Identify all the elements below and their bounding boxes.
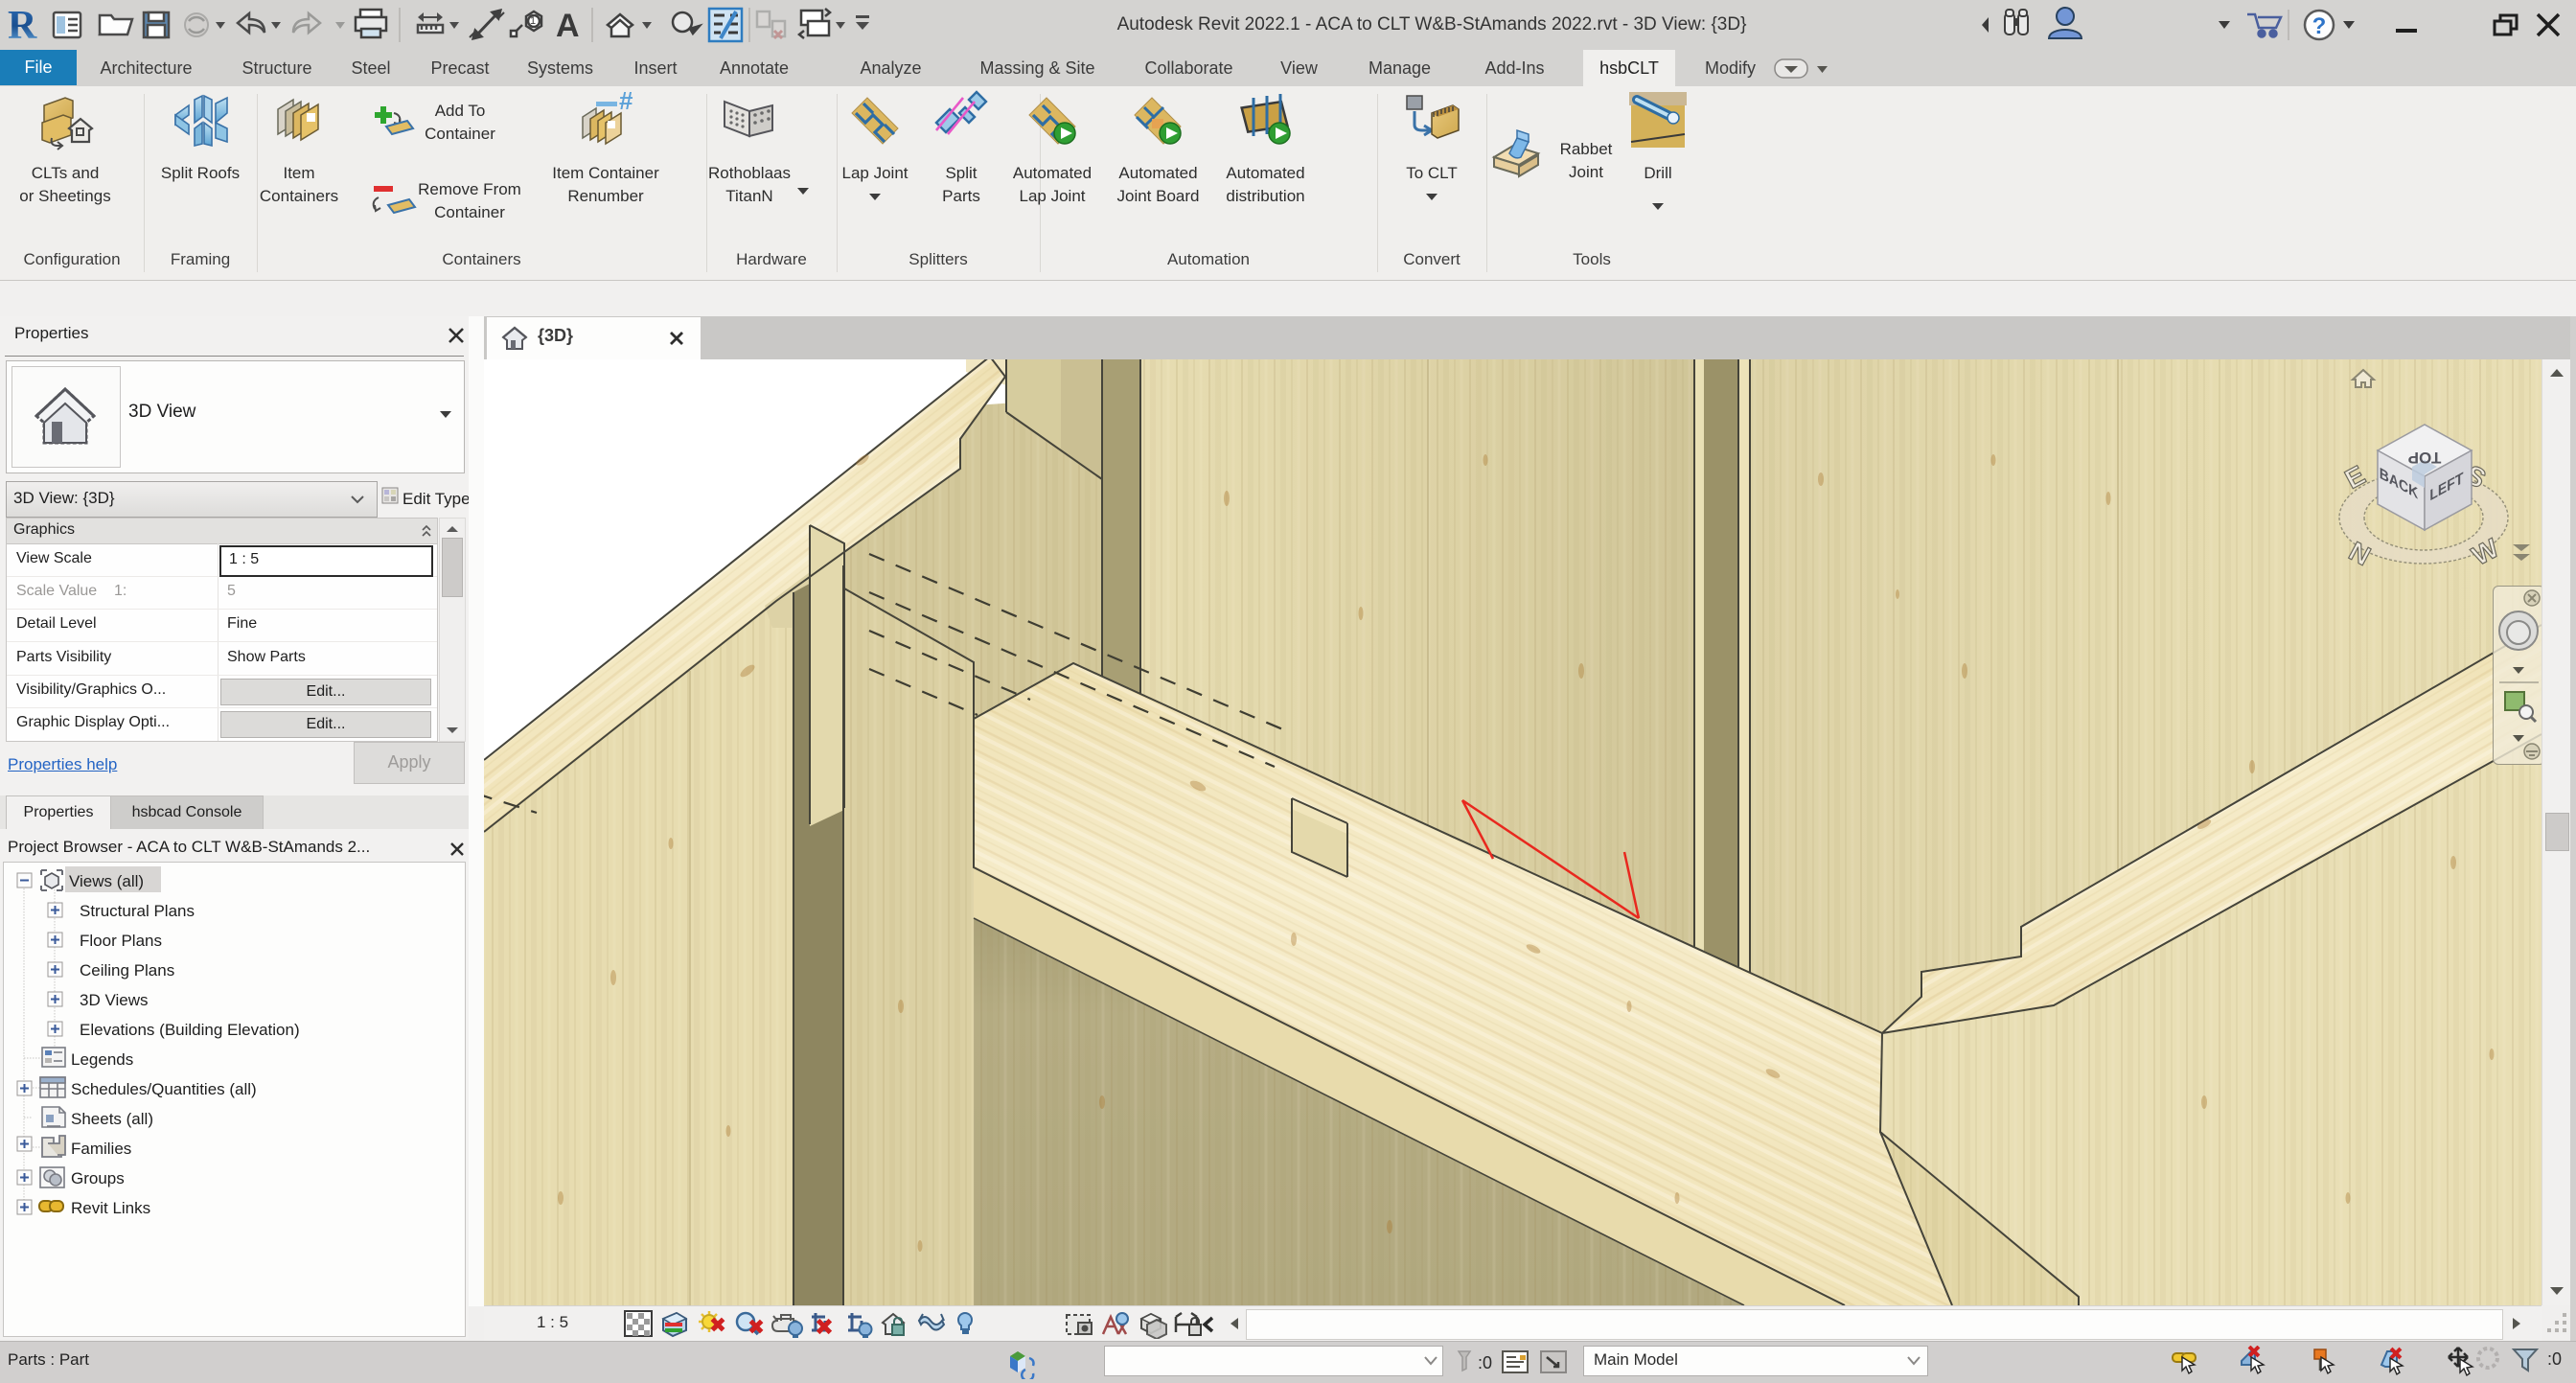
svg-text:#: # xyxy=(619,86,633,115)
svg-text:TOP: TOP xyxy=(2408,449,2442,467)
svg-text:3D Views: 3D Views xyxy=(80,991,149,1009)
svg-text:A: A xyxy=(556,8,580,44)
svg-text:Ceiling Plans: Ceiling Plans xyxy=(80,961,174,980)
svg-text:Structural Plans: Structural Plans xyxy=(80,902,195,920)
svg-text::0: :0 xyxy=(1478,1353,1492,1372)
svg-text:Elevations (Building Elevation: Elevations (Building Elevation) xyxy=(80,1021,300,1039)
svg-text:Revit Links: Revit Links xyxy=(71,1199,150,1217)
svg-text:R: R xyxy=(8,4,37,48)
svg-text:Floor Plans: Floor Plans xyxy=(80,932,162,950)
svg-text:Groups: Groups xyxy=(71,1169,125,1187)
svg-text:?: ? xyxy=(2312,13,2327,39)
svg-text:Views (all): Views (all) xyxy=(69,872,144,890)
svg-text:Families: Families xyxy=(71,1140,131,1158)
svg-text:Sheets (all): Sheets (all) xyxy=(71,1110,153,1128)
svg-text:Legends: Legends xyxy=(71,1050,133,1069)
svg-text:1: 1 xyxy=(530,15,536,27)
svg-text:Schedules/Quantities (all): Schedules/Quantities (all) xyxy=(71,1080,257,1098)
